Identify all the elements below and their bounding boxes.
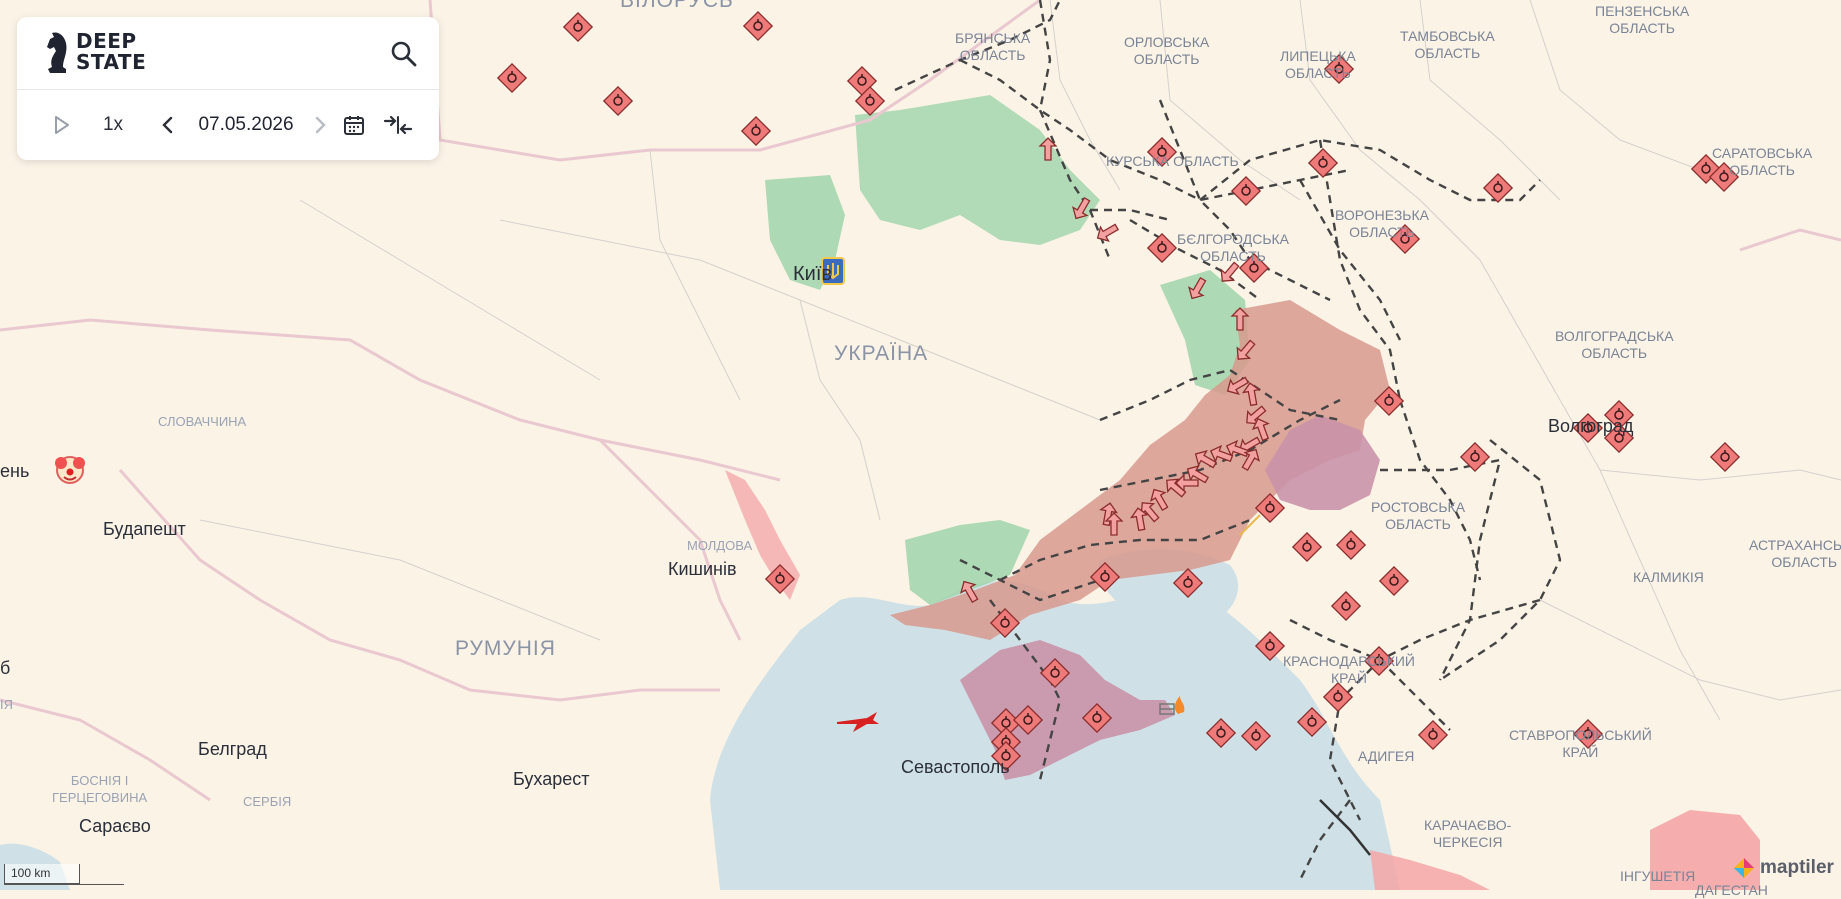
control-panel: DEEP STATE 1x 07.05.2026 [17, 17, 439, 160]
label-stavropol: СТАВРОПОЛЬСЬКИЙ КРАЙ [1509, 727, 1652, 760]
current-date[interactable]: 07.05.2026 [185, 105, 307, 145]
strike-marker-icon[interactable] [602, 85, 634, 117]
prev-date-button[interactable] [153, 105, 183, 145]
label-orel: ОРЛОВСЬКА ОБЛАСТЬ [1124, 34, 1210, 67]
compare-button[interactable] [379, 105, 417, 145]
label-bosnia: БОСНІЯ І ГЕРЦЕГОВИНА [52, 773, 148, 805]
strike-marker-icon[interactable] [1307, 147, 1339, 179]
maptiler-logo-icon [1734, 858, 1754, 878]
label-bucharest: Бухарест [513, 769, 590, 789]
label-lipetsk: ЛИПЕЦЬКА ОБЛАСТЬ [1280, 48, 1356, 81]
label-sevastopol: Севастополь [901, 757, 1010, 777]
speed-button[interactable]: 1x [93, 105, 133, 145]
chevron-left-icon [162, 116, 173, 134]
label-ingushetia: ІНГУШЕТІЯ [1620, 868, 1696, 884]
label-kyiv: Київ [793, 263, 833, 285]
label-ukraine: УКРАЇНА [834, 342, 929, 365]
label-penza: ПЕНЗЕНСЬКА ОБЛАСТЬ [1595, 3, 1690, 36]
panel-header: DEEP STATE [17, 17, 439, 90]
strike-marker-icon[interactable] [1291, 531, 1323, 563]
label-tambov: ТАМБОВСЬКА ОБЛАСТЬ [1400, 28, 1495, 61]
label-romania: РУМУНІЯ [455, 637, 556, 660]
liberated-north [855, 95, 1100, 245]
strike-marker-icon[interactable] [1230, 175, 1262, 207]
label-volgograd-oblast: ВОЛГОГРАДСЬКА ОБЛАСТЬ [1555, 328, 1674, 361]
knight-icon [47, 32, 67, 73]
search-button[interactable] [389, 39, 419, 69]
play-button[interactable] [47, 105, 77, 145]
logo-line1: DEEP [76, 29, 137, 53]
label-bryansk: БРЯНСЬКА ОБЛАСТЬ [955, 30, 1031, 63]
next-date-button[interactable] [305, 105, 335, 145]
label-belgrade: Белград [198, 739, 267, 759]
label-belarus: ВІЛОРУСЬ [620, 0, 734, 12]
label-chisinau: Кишинів [668, 559, 737, 579]
label-krasnodar: КРАСНОДАРСЬКИЙ КРАЙ [1283, 653, 1415, 686]
strike-marker-icon[interactable] [742, 10, 774, 42]
deepstate-logo[interactable]: DEEP STATE [44, 29, 146, 75]
chevron-right-icon [315, 116, 326, 134]
label-kalmykia: КАЛМИКІЯ [1633, 569, 1704, 585]
play-icon [55, 116, 69, 134]
strike-marker-icon[interactable] [1417, 719, 1449, 751]
scale-bar: 100 km [4, 864, 80, 884]
label-astrakhan: АСТРАХАНСЬКА ОБЛАСТЬ [1749, 537, 1841, 570]
label-budapest: Будапешт [103, 519, 186, 539]
label-saratov: САРАТОВСЬКА ОБЛАСТЬ [1712, 145, 1813, 178]
strike-marker-icon[interactable] [1322, 681, 1354, 713]
strike-marker-icon[interactable] [1146, 232, 1178, 264]
label-voronezh: ВОРОНЕЗЬКА ОБЛАСТЬ [1335, 207, 1429, 240]
label-kchr: КАРАЧАЄВО- ЧЕРКЕСІЯ [1424, 817, 1512, 850]
label-edge-ia: ІЯ [0, 697, 13, 712]
label-serbia: СЕРБІЯ [243, 794, 292, 809]
search-icon [391, 41, 417, 67]
strike-marker-icon[interactable] [496, 62, 528, 94]
compare-arrows-icon [383, 115, 413, 135]
calendar-button[interactable] [337, 105, 371, 145]
label-adygea: АДИГЕЯ [1358, 748, 1415, 764]
attack-arrow-icon [1096, 223, 1120, 242]
maptiler-attribution[interactable]: maptiler [1732, 856, 1834, 880]
strike-marker-icon[interactable] [1335, 529, 1367, 561]
label-vienna-partial: ень [0, 461, 30, 481]
strike-marker-icon[interactable] [1330, 590, 1362, 622]
maptiler-text: maptiler [1760, 857, 1834, 878]
timeline-controls: 1x 07.05.2026 [17, 105, 439, 145]
strike-marker-icon[interactable] [1378, 565, 1410, 597]
strike-marker-icon[interactable] [740, 115, 772, 147]
label-edge-b: б [0, 658, 11, 678]
label-slovakia: СЛОВАЧЧИНА [158, 414, 247, 429]
label-sarajevo: Сараєво [79, 816, 151, 836]
label-dagestan: ДАГЕСТАН [1695, 882, 1768, 898]
label-volgograd: Волгоград [1548, 416, 1634, 436]
strike-marker-icon[interactable] [1709, 441, 1741, 473]
red-region-abkhazia [1370, 850, 1490, 890]
strike-marker-icon[interactable] [562, 11, 594, 43]
strike-marker-icon[interactable] [1482, 172, 1514, 204]
calendar-icon [344, 116, 364, 135]
label-moldova: МОЛДОВА [687, 538, 753, 553]
logo-line2: STATE [76, 50, 147, 74]
clown-icon [55, 456, 85, 484]
label-belgorod: БЄЛГОРОДСЬКА ОБЛАСТЬ [1177, 231, 1290, 264]
label-kursk: КУРСЬКА ОБЛАСТЬ [1106, 153, 1239, 169]
label-rostov: РОСТОВСЬКА ОБЛАСТЬ [1371, 499, 1466, 532]
